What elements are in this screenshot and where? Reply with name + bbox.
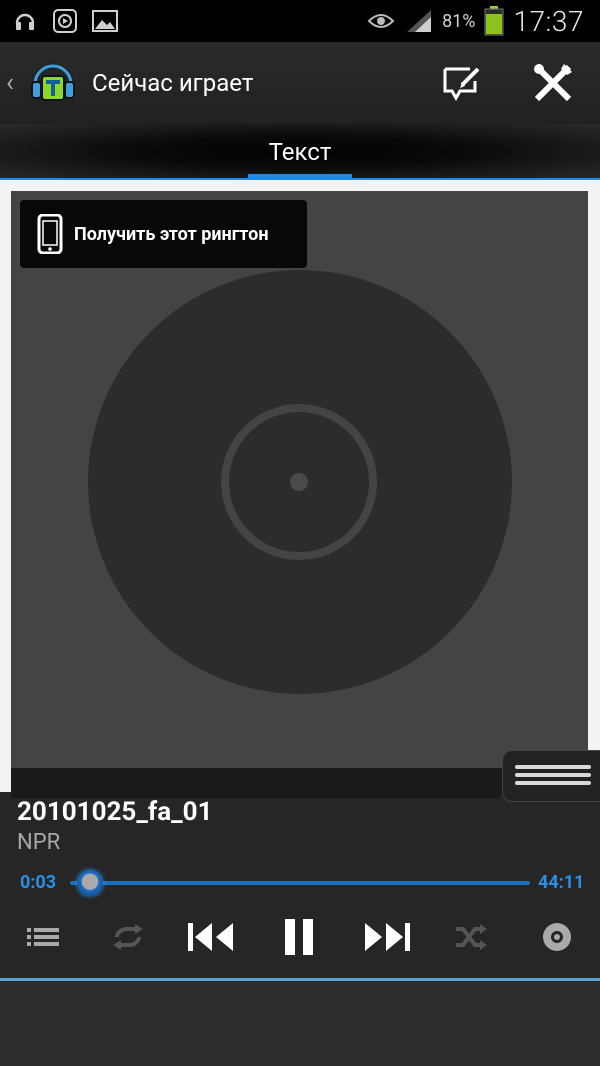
signal-icon	[404, 6, 434, 36]
playback-controls	[0, 908, 600, 966]
bottom-area	[0, 981, 600, 1066]
tools-icon[interactable]	[513, 42, 593, 124]
album-art-footer	[11, 768, 504, 798]
pause-icon[interactable]	[264, 908, 334, 966]
seek-bar[interactable]	[70, 881, 530, 885]
status-bar: 81% 17:37	[0, 0, 600, 42]
clock: 17:37	[513, 4, 584, 38]
total-time: 44:11	[538, 872, 585, 893]
edit-icon[interactable]	[422, 42, 502, 124]
previous-icon[interactable]	[178, 908, 248, 966]
phone-icon	[37, 214, 63, 254]
image-icon	[90, 6, 120, 36]
vinyl-disc-icon	[88, 270, 512, 694]
page-title: Сейчас играет	[92, 69, 254, 97]
track-artist: NPR	[17, 830, 61, 855]
shuffle-icon[interactable]	[436, 908, 506, 966]
tab-bar: Текст	[0, 124, 600, 180]
seek-thumb[interactable]	[77, 870, 103, 896]
drawer-handle-icon[interactable]	[502, 750, 600, 802]
media-play-icon	[50, 6, 80, 36]
tab-active-indicator	[248, 174, 352, 179]
action-bar: ‹ Сейчас играет	[0, 42, 600, 124]
headphones-app-icon	[10, 6, 40, 36]
repeat-icon[interactable]	[93, 908, 163, 966]
disc-icon[interactable]	[522, 908, 592, 966]
back-chevron-icon[interactable]: ‹	[6, 68, 24, 98]
next-icon[interactable]	[350, 908, 420, 966]
tab-lyrics[interactable]: Текст	[248, 124, 352, 180]
battery-icon	[483, 6, 505, 36]
battery-percent: 81%	[442, 10, 476, 32]
current-time: 0:03	[20, 872, 57, 893]
playlist-icon[interactable]	[8, 908, 78, 966]
get-ringtone-button[interactable]: Получить этот рингтон	[20, 200, 307, 268]
app-logo-icon[interactable]	[28, 58, 78, 108]
track-title: 20101025_fa_01	[17, 797, 213, 827]
get-ringtone-label: Получить этот рингтон	[74, 223, 269, 245]
eye-icon	[366, 6, 396, 36]
